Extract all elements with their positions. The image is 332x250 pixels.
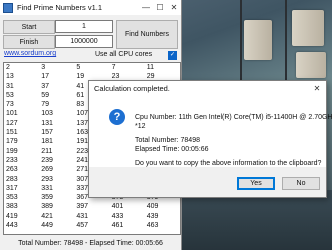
app-icon — [3, 2, 13, 13]
prime-cell: 389 — [41, 203, 53, 211]
prime-cell: 13 — [6, 73, 14, 81]
close-icon[interactable]: ✕ — [308, 81, 326, 96]
prime-cell: 359 — [41, 194, 53, 202]
prime-cell: 433 — [111, 212, 124, 220]
status-bar: Total Number: 78498 - Elapsed Time: 00:0… — [18, 239, 163, 247]
prime-cell: 439 — [146, 212, 159, 220]
prime-cell: 449 — [41, 222, 53, 230]
prime-cell: 7 — [111, 64, 116, 71]
cpu-cores-label: Use all CPU cores — [95, 51, 153, 58]
finish-button[interactable]: Finish — [3, 35, 55, 49]
checkmark-icon: ✓ — [169, 52, 176, 58]
prime-cell: 419 — [6, 212, 18, 220]
close-icon[interactable]: ✕ — [167, 0, 181, 15]
question-icon: ? — [109, 109, 125, 125]
prime-cell: 331 — [41, 184, 53, 192]
prime-cell: 11 — [146, 64, 155, 71]
prime-cell: 103 — [41, 110, 53, 118]
table-row: 443 449 457 461 463 — [4, 221, 180, 230]
find-numbers-button[interactable]: Find Numbers — [116, 20, 178, 49]
prime-cell: 383 — [6, 203, 18, 211]
start-button[interactable]: Start — [3, 20, 55, 34]
prime-cell: 353 — [6, 194, 18, 202]
ship-sail — [292, 10, 324, 46]
prime-cell: 127 — [6, 119, 18, 127]
ship-sail — [296, 52, 326, 78]
prime-cell: 293 — [41, 175, 53, 183]
prime-cell: 17 — [41, 73, 49, 81]
elapsed-line: Elapsed Time: 00:05:66 — [135, 146, 209, 153]
cpu-cores-checkbox[interactable]: ✓ — [168, 51, 177, 60]
prime-cell: 317 — [6, 184, 18, 192]
prime-cell: 199 — [6, 147, 18, 155]
table-row: 419 421 431 433 439 — [4, 212, 180, 221]
prime-cell: 443 — [6, 222, 18, 230]
prime-cell: 73 — [6, 101, 14, 109]
completion-dialog: Calculation completed. ✕ ? Cpu Number: 1… — [88, 80, 332, 198]
window-title: Find Prime Numbers v1.1 — [17, 3, 103, 12]
finish-input[interactable]: 1000000 — [55, 35, 113, 48]
prime-cell: 463 — [146, 222, 159, 230]
prime-cell: 239 — [41, 156, 53, 164]
dialog-title: Calculation completed. — [89, 81, 326, 96]
prime-cell: 461 — [111, 222, 124, 230]
sea — [180, 190, 332, 250]
dialog-footer: Yes No — [89, 167, 326, 197]
yes-button[interactable]: Yes — [237, 177, 275, 190]
window-controls: — ☐ ✕ — [139, 0, 181, 15]
prime-cell: 431 — [76, 212, 89, 220]
prime-cell: 157 — [41, 129, 53, 137]
prime-cell: 269 — [41, 166, 53, 174]
maximize-icon[interactable]: ☐ — [153, 0, 167, 15]
prime-cell: 131 — [41, 119, 53, 127]
prime-cell: 53 — [6, 91, 14, 99]
prime-cell: 401 — [111, 203, 124, 211]
prime-cell: 409 — [146, 203, 159, 211]
cpu-count-line: *12 — [135, 123, 146, 130]
prime-cell: 181 — [41, 138, 53, 146]
prime-cell: 5 — [76, 64, 81, 71]
ship-sail — [244, 20, 272, 60]
prime-cell: 211 — [41, 147, 53, 155]
prime-cell: 59 — [41, 91, 49, 99]
table-row: 383 389 397 401 409 — [4, 202, 180, 211]
prime-cell: 151 — [6, 129, 18, 137]
prime-cell: 421 — [41, 212, 53, 220]
prime-cell: 79 — [41, 101, 49, 109]
prime-cell: 2 — [6, 64, 10, 71]
prime-cell: 37 — [41, 82, 49, 90]
prime-cell: 179 — [6, 138, 18, 146]
prime-cell: 397 — [76, 203, 89, 211]
cpu-line: Cpu Number: 11th Gen Intel(R) Core(TM) i… — [135, 114, 332, 121]
title-bar: Find Prime Numbers v1.1 — ☐ ✕ — [0, 0, 181, 15]
minimize-icon[interactable]: — — [139, 0, 153, 15]
prime-cell: 31 — [6, 82, 14, 90]
prime-cell: 263 — [6, 166, 18, 174]
table-row: 2 3 5 7 11 — [4, 63, 180, 72]
prime-cell: 233 — [6, 156, 18, 164]
website-link[interactable]: www.sordum.org — [4, 50, 56, 57]
dialog-message: Cpu Number: 11th Gen Intel(R) Core(TM) i… — [135, 113, 332, 168]
start-input[interactable]: 1 — [55, 20, 113, 33]
prime-cell: 283 — [6, 175, 18, 183]
prime-cell: 457 — [76, 222, 89, 230]
prime-cell: 3 — [41, 64, 46, 71]
total-line: Total Number: 78498 — [135, 137, 200, 144]
prime-cell: 101 — [6, 110, 18, 118]
no-button[interactable]: No — [282, 177, 320, 190]
